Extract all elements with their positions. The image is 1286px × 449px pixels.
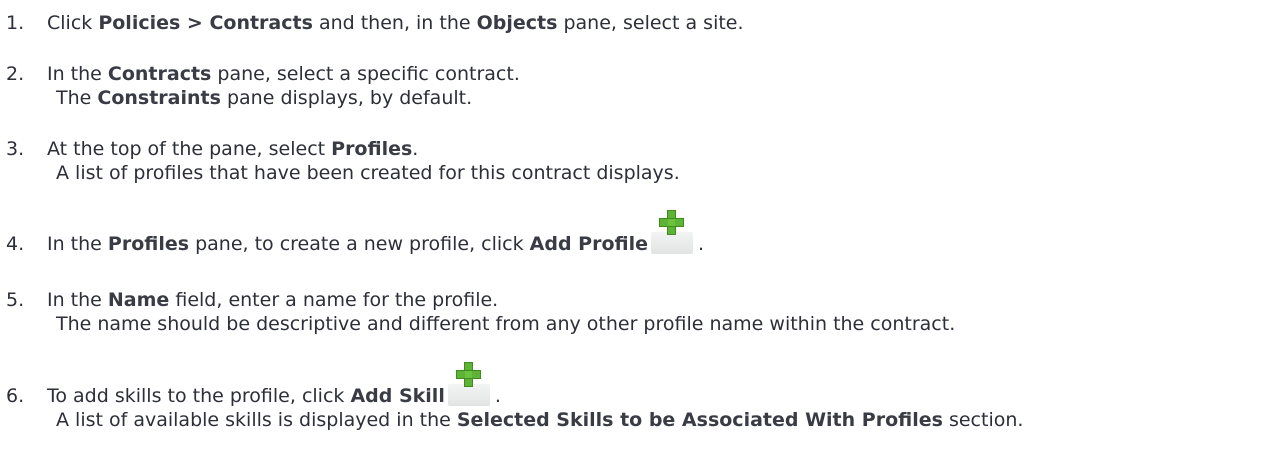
button-name: Add Skill (350, 385, 445, 407)
section-name: Selected Skills to be Associated With Pr… (456, 409, 943, 431)
step-3-note: A list of profiles that have been create… (56, 162, 680, 184)
step-text: In the Profiles pane, to create a new pr… (47, 210, 704, 255)
step-number: 3. (6, 138, 25, 160)
pane-name: Contracts (107, 63, 212, 85)
step-text: In the Name field, enter a name for the … (47, 289, 499, 311)
field-name: Name (107, 289, 170, 311)
add-skill-icon (447, 362, 490, 406)
pane-name: Objects (476, 12, 558, 34)
pane-name: Profiles (107, 233, 190, 255)
add-profile-icon (651, 210, 694, 254)
step-2-note: The Constraints pane displays, by defaul… (56, 87, 473, 109)
step-6-note: A list of available skills is displayed … (56, 409, 1024, 431)
step-number: 4. (6, 233, 25, 255)
step-text: Click Policies > Contracts and then, in … (47, 12, 744, 34)
step-text: To add skills to the profile, click Add … (47, 362, 501, 407)
step-text: At the top of the pane, select Profiles. (47, 138, 419, 160)
step-text: In the Contracts pane, select a specific… (47, 63, 520, 85)
step-number: 5. (6, 289, 25, 311)
step-number: 2. (6, 63, 25, 85)
pane-name: Constraints (97, 87, 221, 109)
button-name: Add Profile (529, 233, 649, 255)
pane-name: Profiles (331, 138, 413, 160)
step-number: 1. (6, 12, 25, 34)
step-5-note: The name should be descriptive and diffe… (56, 313, 956, 335)
menu-path: Policies > Contracts (98, 12, 313, 34)
step-number: 6. (6, 385, 25, 407)
